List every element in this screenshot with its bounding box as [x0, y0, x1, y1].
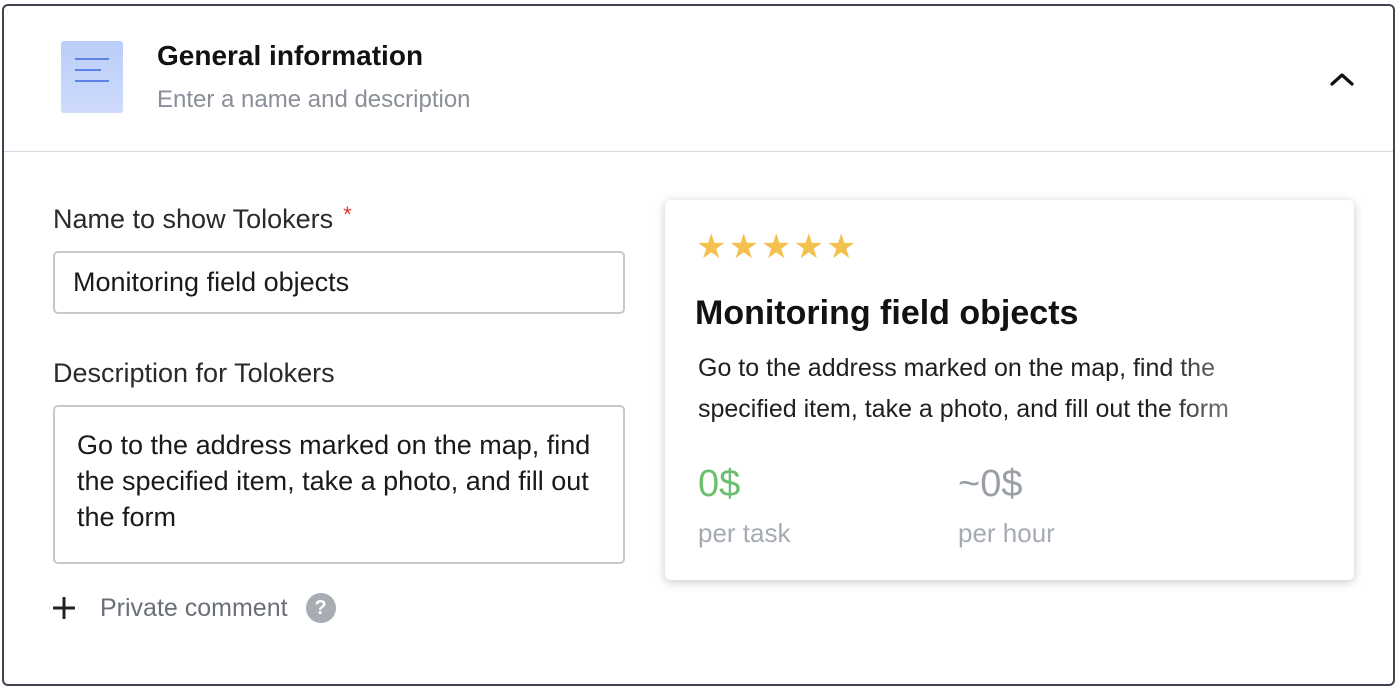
description-textarea[interactable]: Go to the address marked on the map, fin…: [53, 405, 625, 564]
section-title: General information: [157, 40, 424, 71]
star-icon: ★: [825, 228, 857, 266]
name-input[interactable]: [53, 251, 625, 314]
name-label-text: Name to show Tolokers: [53, 204, 334, 234]
preview-title: Monitoring field objects: [695, 294, 1079, 332]
price-task-label: per task: [698, 518, 791, 548]
price-task-value: 0$: [698, 463, 741, 505]
plus-icon: [53, 597, 75, 619]
description-label: Description for Tolokers: [53, 358, 335, 388]
rating-stars: ★ ★ ★ ★ ★: [696, 230, 856, 264]
star-icon: ★: [696, 228, 727, 266]
price-per-hour: ~0$ per hour: [958, 462, 1055, 549]
collapse-button[interactable]: [1324, 64, 1360, 94]
section-header[interactable]: General information Enter a name and des…: [4, 6, 1393, 152]
help-icon[interactable]: ?: [305, 593, 336, 623]
preview-description: Go to the address marked on the map, fin…: [698, 354, 1229, 423]
required-marker: *: [343, 202, 352, 227]
chevron-up-icon: [1330, 73, 1354, 86]
name-label: Name to show Tolokers *: [53, 202, 352, 235]
price-hour-label: per hour: [958, 518, 1055, 548]
price-per-task: 0$ per task: [698, 462, 791, 549]
document-icon: [61, 41, 123, 113]
star-icon: ★: [793, 228, 824, 266]
task-preview-card: ★ ★ ★ ★ ★ Monitoring field objects Go to…: [665, 200, 1354, 580]
general-information-panel: General information Enter a name and des…: [2, 4, 1395, 686]
private-comment-toggle[interactable]: Private comment ?: [50, 590, 336, 626]
private-comment-label: Private comment: [100, 593, 288, 622]
section-subtitle: Enter a name and description: [157, 86, 471, 113]
star-icon: ★: [760, 228, 792, 266]
star-icon: ★: [728, 228, 759, 266]
price-hour-value: ~0$: [958, 463, 1023, 505]
